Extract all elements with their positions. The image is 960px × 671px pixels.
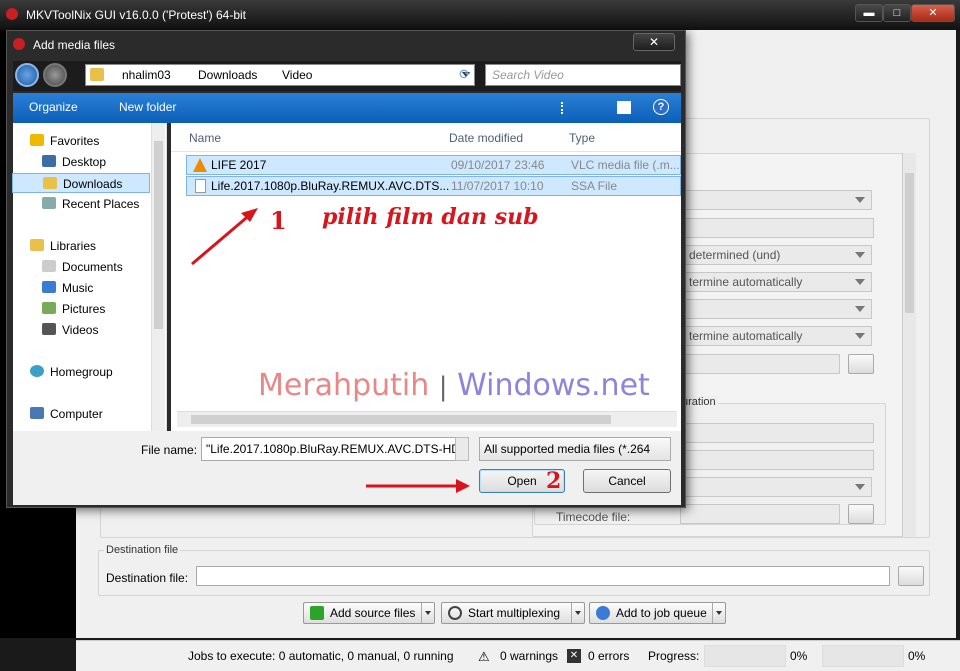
step-2-number: 2 — [546, 468, 562, 494]
step-1-instruction: pilih film dan sub — [322, 204, 539, 230]
arrow-2-head — [456, 479, 470, 493]
arrow-1 — [191, 211, 253, 266]
watermark: Merahputih | Windows.net — [258, 368, 650, 403]
annotation-arrows — [191, 208, 470, 493]
step-1-number: 1 — [270, 206, 287, 235]
